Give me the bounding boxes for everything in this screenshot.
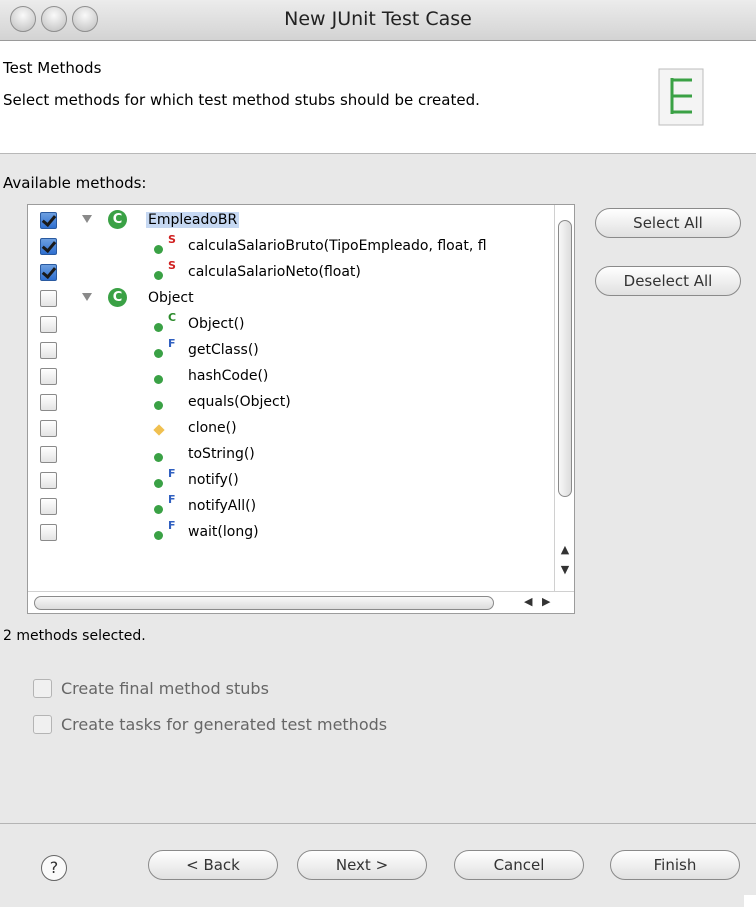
window-title-bar: New JUnit Test Case [0, 0, 756, 41]
modifier-badge: F [168, 519, 176, 532]
create-tasks-checkbox[interactable] [33, 715, 52, 734]
method-checkbox[interactable] [40, 524, 57, 541]
public-method-icon [154, 323, 163, 332]
tree-row-label: getClass() [188, 342, 259, 358]
horizontal-scrollbar[interactable]: ◀ ▶ [28, 591, 574, 613]
tree-row[interactable]: C Object() [28, 311, 574, 339]
tree-row[interactable]: Fnotify() [28, 467, 574, 495]
public-method-icon [154, 505, 163, 514]
page-title: Test Methods [3, 59, 102, 77]
method-checkbox[interactable] [40, 290, 57, 307]
public-method-icon [154, 479, 163, 488]
tree-row[interactable]: toString() [28, 443, 574, 469]
test-case-icon [658, 68, 704, 126]
page-description: Select methods for which test method stu… [3, 91, 480, 109]
method-checkbox[interactable] [40, 238, 57, 255]
create-final-stubs-label: Create final method stubs [61, 679, 269, 698]
modifier-badge: F [168, 493, 176, 506]
window-title: New JUnit Test Case [284, 8, 472, 30]
method-checkbox[interactable] [40, 264, 57, 281]
vertical-scroll-thumb[interactable] [558, 220, 572, 497]
tree-row-label: toString() [188, 446, 255, 462]
tree-row-label: EmpleadoBR [146, 212, 240, 228]
tree-row[interactable]: ScalculaSalarioBruto(TipoEmpleado, float… [28, 233, 574, 261]
tree-row[interactable]: equals(Object) [28, 391, 574, 417]
tree-row[interactable]: FgetClass() [28, 337, 574, 365]
scroll-down-arrow-icon[interactable]: ▼ [558, 563, 572, 576]
public-method-icon [154, 453, 163, 462]
method-checkbox[interactable] [40, 498, 57, 515]
tree-row-label: equals(Object) [188, 394, 291, 410]
public-method-icon [154, 349, 163, 358]
modifier-badge: F [168, 467, 176, 480]
method-checkbox[interactable] [40, 394, 57, 411]
selection-status: 2 methods selected. [3, 628, 146, 644]
tree-row[interactable]: C Object [28, 287, 574, 313]
resize-grip[interactable] [744, 895, 756, 907]
public-method-icon [154, 271, 163, 280]
class-icon: C [108, 210, 127, 229]
tree-row-label: notifyAll() [188, 498, 257, 514]
public-method-icon [154, 375, 163, 384]
disclosure-triangle-icon[interactable] [82, 215, 92, 223]
cancel-button[interactable]: Cancel [454, 850, 584, 880]
tree-row-label: notify() [188, 472, 239, 488]
public-method-icon [154, 401, 163, 410]
create-tasks-label: Create tasks for generated test methods [61, 715, 388, 734]
class-icon: C [108, 288, 127, 307]
scroll-up-arrow-icon[interactable]: ▲ [558, 543, 572, 556]
tree-row[interactable]: FnotifyAll() [28, 493, 574, 521]
available-methods-label: Available methods: [3, 174, 147, 192]
footer-divider [0, 823, 756, 824]
tree-row[interactable]: hashCode() [28, 365, 574, 391]
modifier-badge: C [168, 311, 177, 324]
tree-row-label: wait(long) [188, 524, 259, 540]
methods-tree[interactable]: C EmpleadoBR ScalculaSalarioBruto(TipoEmpl… [27, 204, 575, 614]
method-checkbox[interactable] [40, 342, 57, 359]
tree-row[interactable]: clone() [28, 417, 574, 443]
tree-row-label: calculaSalarioBruto(TipoEmpleado, float,… [188, 238, 487, 254]
public-method-icon [154, 245, 163, 254]
vertical-scrollbar[interactable]: ▲ ▼ [554, 205, 574, 591]
select-all-button[interactable]: Select All [595, 208, 741, 238]
modifier-badge: S [168, 259, 176, 272]
tree-row-label: Object() [188, 316, 245, 332]
modifier-badge: S [168, 233, 176, 246]
tree-row[interactable]: C EmpleadoBR [28, 209, 574, 235]
disclosure-triangle-icon[interactable] [82, 293, 92, 301]
method-checkbox[interactable] [40, 368, 57, 385]
scroll-right-arrow-icon[interactable]: ▶ [542, 595, 550, 608]
tree-row-label: clone() [188, 420, 237, 436]
public-method-icon [154, 531, 163, 540]
next-button[interactable]: Next > [297, 850, 427, 880]
method-checkbox[interactable] [40, 212, 57, 229]
tree-row[interactable]: Fwait(long) [28, 519, 574, 547]
scroll-left-arrow-icon[interactable]: ◀ [524, 595, 532, 608]
horizontal-scroll-thumb[interactable] [34, 596, 494, 610]
method-checkbox[interactable] [40, 316, 57, 333]
tree-row[interactable]: ScalculaSalarioNeto(float) [28, 259, 574, 287]
tree-row-label: calculaSalarioNeto(float) [188, 264, 361, 280]
modifier-badge: F [168, 337, 176, 350]
tree-row-label: Object [148, 290, 194, 306]
method-checkbox[interactable] [40, 472, 57, 489]
wizard-header: Test Methods Select methods for which te… [0, 41, 756, 154]
tree-row-label: hashCode() [188, 368, 269, 384]
method-checkbox[interactable] [40, 446, 57, 463]
protected-method-icon [153, 424, 165, 436]
finish-button[interactable]: Finish [610, 850, 740, 880]
method-checkbox[interactable] [40, 420, 57, 437]
create-final-stubs-checkbox[interactable] [33, 679, 52, 698]
deselect-all-button[interactable]: Deselect All [595, 266, 741, 296]
help-icon[interactable]: ? [41, 855, 67, 881]
back-button[interactable]: < Back [148, 850, 278, 880]
